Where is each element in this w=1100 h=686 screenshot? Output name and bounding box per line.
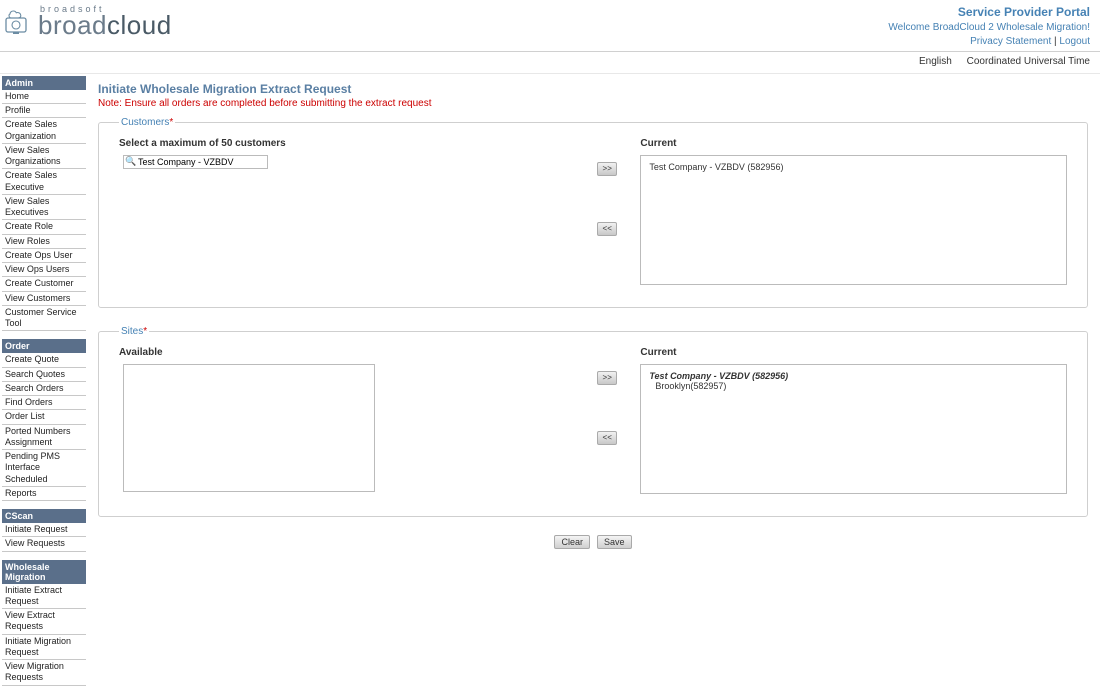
customers-move-right-button[interactable]: >> (597, 162, 617, 176)
customers-current-label: Current (640, 138, 1067, 149)
welcome-message: Welcome BroadCloud 2 Wholesale Migration… (888, 21, 1090, 35)
brand-name-bold: cloud (107, 10, 172, 40)
customers-fieldset: Customers* Select a maximum of 50 custom… (98, 117, 1088, 308)
page-title: Initiate Wholesale Migration Extract Req… (98, 82, 1088, 96)
nav-customer-service-tool[interactable]: Customer Service Tool (2, 306, 86, 332)
sites-available-label: Available (119, 347, 574, 358)
nav-view-roles[interactable]: View Roles (2, 235, 86, 249)
nav-view-extract-requests[interactable]: View Extract Requests (2, 609, 86, 635)
customers-move-left-button[interactable]: << (597, 222, 617, 236)
header: broadsoft broadcloud Service Provider Po… (0, 0, 1100, 52)
list-item-sub[interactable]: Brooklyn(582957) (649, 381, 1058, 391)
customers-select-label: Select a maximum of 50 customers (119, 138, 574, 149)
nav-pending-pms[interactable]: Pending PMS Interface Scheduled (2, 450, 86, 487)
nav-create-customer[interactable]: Create Customer (2, 277, 86, 291)
save-button[interactable]: Save (597, 535, 632, 549)
list-item[interactable]: Test Company - VZBDV (582956) (649, 162, 1058, 172)
cloud-monitor-icon (4, 10, 32, 36)
nav-find-orders[interactable]: Find Orders (2, 396, 86, 410)
header-right: Service Provider Portal Welcome BroadClo… (888, 4, 1090, 49)
nav-create-sales-org[interactable]: Create Sales Organization (2, 118, 86, 144)
sites-current-listbox[interactable]: Test Company - VZBDV (582956) Brooklyn(5… (640, 364, 1067, 494)
nav-view-migration-requests[interactable]: View Migration Requests (2, 660, 86, 686)
customers-legend: Customers* (119, 117, 175, 128)
list-item-head[interactable]: Test Company - VZBDV (582956) (649, 371, 1058, 381)
nav-group-wholesale-migration: Wholesale Migration (2, 560, 86, 584)
sites-current-label: Current (640, 347, 1067, 358)
nav-create-sales-exec[interactable]: Create Sales Executive (2, 169, 86, 195)
nav-view-customers[interactable]: View Customers (2, 292, 86, 306)
sites-move-left-button[interactable]: << (597, 431, 617, 445)
form-actions: Clear Save (98, 535, 1088, 549)
nav-home[interactable]: Home (2, 90, 86, 104)
portal-title: Service Provider Portal (888, 4, 1090, 21)
nav-view-sales-orgs[interactable]: View Sales Organizations (2, 144, 86, 170)
nav-reports[interactable]: Reports (2, 487, 86, 501)
sites-legend: Sites* (119, 326, 149, 337)
sub-bar: English Coordinated Universal Time (0, 52, 1100, 74)
nav-ported-numbers[interactable]: Ported Numbers Assignment (2, 425, 86, 451)
brand-logo: broadsoft broadcloud (4, 4, 172, 41)
nav-group-order: Order (2, 339, 86, 353)
nav-order-list[interactable]: Order List (2, 410, 86, 424)
brand-name-pre: broad (38, 10, 107, 40)
nav-group-admin: Admin (2, 76, 86, 90)
sites-fieldset: Sites* Available >> << Current Test Comp… (98, 326, 1088, 517)
sidebar: Admin Home Profile Create Sales Organiza… (0, 74, 86, 686)
sites-available-listbox[interactable] (123, 364, 375, 492)
nav-view-sales-execs[interactable]: View Sales Executives (2, 195, 86, 221)
privacy-link[interactable]: Privacy Statement (970, 36, 1051, 47)
nav-search-quotes[interactable]: Search Quotes (2, 368, 86, 382)
nav-view-requests[interactable]: View Requests (2, 537, 86, 551)
customers-current-listbox[interactable]: Test Company - VZBDV (582956) (640, 155, 1067, 285)
nav-initiate-migration[interactable]: Initiate Migration Request (2, 635, 86, 661)
sites-move-right-button[interactable]: >> (597, 371, 617, 385)
nav-create-role[interactable]: Create Role (2, 220, 86, 234)
nav-create-ops-user[interactable]: Create Ops User (2, 249, 86, 263)
nav-view-ops-users[interactable]: View Ops Users (2, 263, 86, 277)
warning-note: Note: Ensure all orders are completed be… (98, 98, 1088, 109)
timezone-selector[interactable]: Coordinated Universal Time (967, 56, 1090, 67)
logout-link[interactable]: Logout (1059, 36, 1090, 47)
nav-search-orders[interactable]: Search Orders (2, 382, 86, 396)
nav-group-cscan: CScan (2, 509, 86, 523)
language-selector[interactable]: English (919, 56, 952, 67)
main-content: Initiate Wholesale Migration Extract Req… (86, 74, 1100, 686)
nav-profile[interactable]: Profile (2, 104, 86, 118)
nav-create-quote[interactable]: Create Quote (2, 353, 86, 367)
customer-search-input[interactable] (123, 155, 268, 169)
nav-initiate-extract[interactable]: Initiate Extract Request (2, 584, 86, 610)
clear-button[interactable]: Clear (554, 535, 590, 549)
nav-initiate-request[interactable]: Initiate Request (2, 523, 86, 537)
